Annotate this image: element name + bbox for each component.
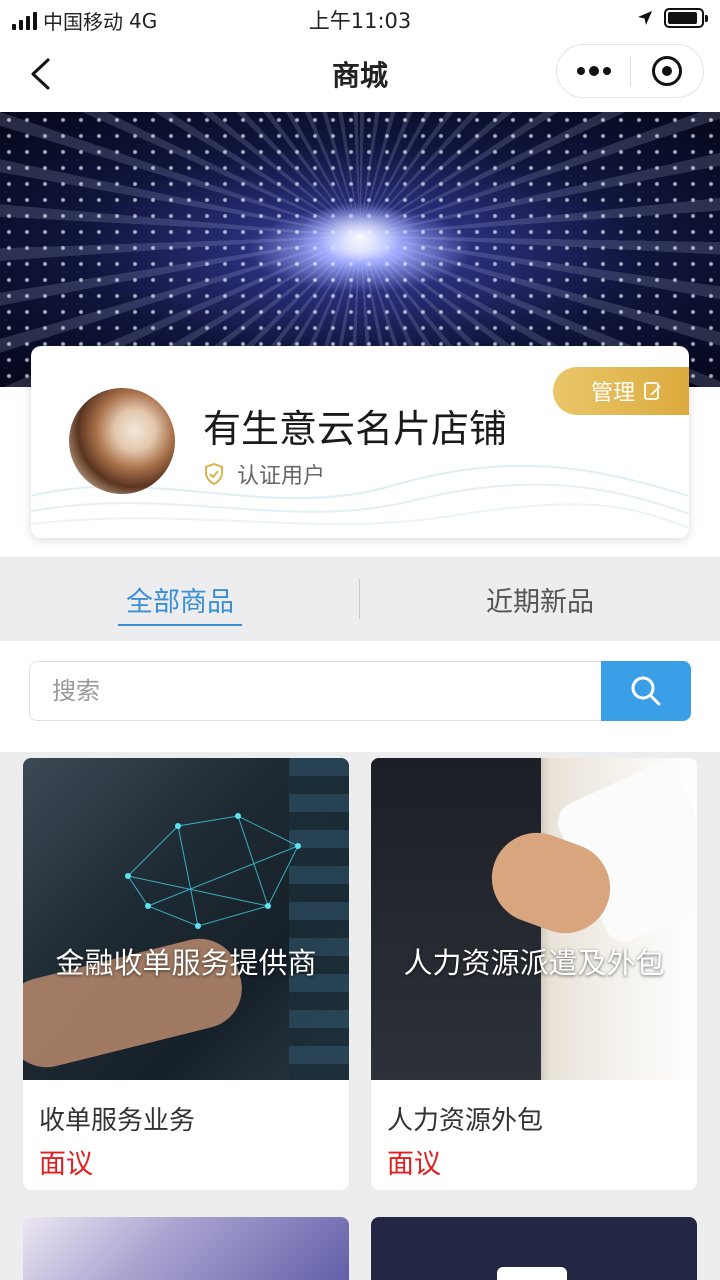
battery-icon (664, 8, 708, 28)
more-dots-icon (576, 67, 585, 75)
product-card[interactable]: 人力资源派遣及外包 人力资源外包 面议 (371, 758, 697, 1190)
more-menu-button[interactable] (557, 45, 630, 97)
search-button[interactable] (601, 661, 691, 721)
tab-new-products[interactable]: 近期新品 (360, 557, 720, 641)
status-bar: 中国移动 4G 上午11:03 (0, 0, 720, 36)
mini-program-capsule (556, 44, 704, 98)
product-image: 金融收单服务提供商 (23, 758, 349, 1080)
product-image (23, 1217, 349, 1280)
product-image: 人力资源派遣及外包 (371, 758, 697, 1080)
nav-bar: 商城 (0, 36, 720, 112)
tab-divider (359, 579, 360, 619)
close-mini-program-button[interactable] (631, 45, 703, 97)
product-card-partial[interactable] (23, 1217, 349, 1280)
shop-avatar[interactable] (69, 388, 175, 494)
product-card-partial[interactable] (371, 1217, 697, 1280)
product-price: 面议 (387, 1149, 441, 1180)
search-input[interactable] (29, 661, 601, 721)
shop-name: 有生意云名片店铺 (203, 407, 508, 451)
product-image (371, 1217, 697, 1280)
search-icon (631, 676, 661, 706)
product-tabs: 全部商品 近期新品 (0, 557, 720, 641)
manage-button[interactable]: 管理 (553, 367, 689, 415)
verified-badge: 认证用户 (203, 458, 325, 490)
shop-info-card: 有生意云名片店铺 认证用户 管理 (31, 346, 689, 538)
product-image-caption: 人力资源派遣及外包 (403, 946, 665, 980)
battery-level (668, 12, 697, 24)
manage-label: 管理 (591, 381, 636, 406)
edit-icon (644, 382, 661, 400)
location-arrow-icon (638, 11, 652, 25)
search-area (0, 641, 720, 752)
product-card[interactable]: 金融收单服务提供商 收单服务业务 面议 (23, 758, 349, 1190)
tab-all-products[interactable]: 全部商品 (0, 557, 360, 641)
status-right (636, 8, 708, 28)
shield-check-icon (205, 462, 223, 486)
product-name: 人力资源外包 (387, 1106, 544, 1136)
product-price: 面议 (39, 1149, 93, 1180)
verified-label: 认证用户 (237, 464, 326, 489)
product-name: 收单服务业务 (39, 1106, 196, 1136)
product-image-caption: 金融收单服务提供商 (55, 946, 317, 980)
status-time: 上午11:03 (308, 9, 412, 33)
target-circle-icon (651, 56, 682, 86)
